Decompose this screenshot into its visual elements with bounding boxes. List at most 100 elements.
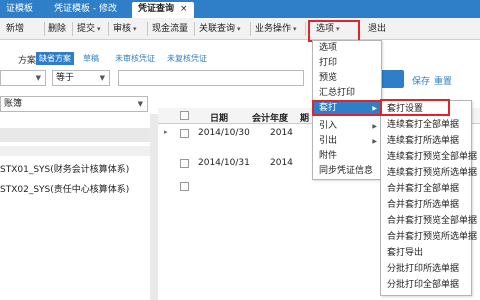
menu-item-label: 分批打印全部单据 [387,280,460,290]
chevron-right-icon: ▶ [372,123,377,130]
submenu-item[interactable]: 套打导出 [381,247,471,260]
audit-button[interactable]: 审核 ▾ [113,22,137,36]
row-checkbox[interactable] [180,129,189,138]
tab-voucher-template-edit[interactable]: 凭证模板 - 修改 [48,2,123,18]
menu-item-import[interactable]: 引入 ▶ [313,120,381,133]
tab-voucher-query[interactable]: 凭证查询 × [132,2,194,18]
template-print-submenu: 套打设置 连续套打全部单据 连续套打所选单据 连续套打预览全部单据 连续套打预览… [380,100,477,296]
chevron-down-icon: ▾ [237,25,241,33]
menu-item-attachment[interactable]: 附件 [313,150,381,163]
template-settings-highlight [380,99,450,116]
new-label: 新增 [6,24,25,34]
menu-item-label: 附件 [319,151,338,161]
menu-item-label: 选项 [319,43,338,53]
submenu-item[interactable]: 连续套打预览所选单据 [381,167,477,180]
menu-item-export[interactable]: 引出 ▶ [313,135,381,148]
submit-button[interactable]: 提交 ▾ [77,22,101,36]
related-query-label: 关联查询 [199,24,236,34]
toolbar-divider [44,22,45,36]
col-period[interactable]: 期 [300,111,309,124]
chevron-down-icon: ▾ [293,25,297,33]
submenu-item[interactable]: 合并套打预览全部单据 [381,215,477,228]
cell-date: 2014/10/30 [198,128,250,138]
select-all-checkbox[interactable] [180,111,189,120]
ledger-select[interactable]: 账簿 ▼ [0,96,148,112]
related-query-button[interactable]: 关联查询 ▾ [199,22,241,36]
toolbar-divider [72,22,73,36]
col-date[interactable]: 日期 [210,111,228,124]
tab-voucher-template[interactable]: 证模板 [0,2,39,18]
new-button[interactable]: 新增 [6,22,24,36]
menu-item-label: 汇总打印 [319,88,356,98]
operator-select[interactable]: 等于 ▼ [52,70,110,86]
business-ops-button[interactable]: 业务操作 ▾ [255,22,297,36]
cash-flow-button[interactable]: 现金流量 [152,22,188,36]
tab-label: 证模板 [6,4,34,14]
menu-item-print[interactable]: 打印 [313,57,381,70]
menu-item-options[interactable]: 选项 [313,42,381,55]
scheme-default[interactable]: 缺省方案 [36,52,74,65]
chevron-right-icon: ▶ [372,138,377,145]
menu-item-label: 套打导出 [387,248,424,258]
audit-label: 审核 [113,24,132,34]
menu-item-label: 引入 [319,121,338,131]
toolbar-divider [108,22,109,36]
exit-label: 退出 [368,24,387,34]
col-fiscal-year[interactable]: 会计年度 [252,111,288,124]
chevron-down-icon: ▾ [97,25,101,33]
close-icon[interactable]: × [180,4,188,14]
submenu-item[interactable]: 合并套打所选单据 [381,199,471,212]
operator-value: 等于 [56,73,75,83]
submenu-item[interactable]: 分批打印所选单据 [381,263,471,276]
row-checkbox[interactable] [180,159,189,168]
submenu-item[interactable]: 合并套打预览所选单据 [381,231,477,244]
menu-item-sync[interactable]: 同步凭证信息 [313,165,381,178]
scheme-draft[interactable]: 草稿 [80,52,102,65]
cell-year: 2014 [270,158,293,168]
tab-label: 凭证模板 - 修改 [54,4,117,14]
menu-item-preview[interactable]: 预览 [313,72,381,85]
submenu-item[interactable]: 分批打印全部单据 [381,279,471,292]
delete-label: 删除 [48,24,67,34]
ledger-tree-pane: STX01_SYS(财务会计核算体系) STX02_SYS(责任中心核算体系) [0,114,150,300]
scheme-unreviewed[interactable]: 未复核凭证 [164,52,210,65]
exit-button[interactable]: 退出 [368,22,386,36]
menu-item-label: 连续套打全部单据 [387,120,460,130]
menu-item-label: 连续套打所选单据 [387,136,460,146]
tree-subheader [0,146,150,156]
menu-item-summary-print[interactable]: 汇总打印 [313,87,381,100]
submenu-item[interactable]: 连续套打预览全部单据 [381,151,477,164]
menu-item-label: 分批打印所选单据 [387,264,460,274]
reset-link[interactable]: 重置 [434,74,452,87]
delete-button[interactable]: 删除 [48,22,66,36]
tab-label: 凭证查询 [138,4,175,14]
menu-item-label: 合并套打预览所选单据 [387,232,478,242]
chevron-down-icon: ▾ [133,25,137,33]
tab-bar: 证模板 凭证模板 - 修改 凭证查询 × [0,0,480,18]
menu-item-label: 打印 [319,58,338,68]
tree-item[interactable]: STX02_SYS(责任中心核算体系) [0,182,129,195]
submenu-item[interactable]: 合并套打全部单据 [381,183,471,196]
menu-item-label: 连续套打预览所选单据 [387,168,478,178]
filter-value-input[interactable] [118,70,304,86]
chevron-down-icon: ▼ [99,74,105,82]
menu-item-label: 预览 [319,73,338,83]
row-checkbox[interactable] [180,182,189,191]
filter-field-select[interactable]: ▼ [0,70,46,86]
menu-item-label: 合并套打全部单据 [387,184,460,194]
template-print-highlight [312,100,382,116]
scheme-unaudited[interactable]: 未审核凭证 [112,52,158,65]
menu-item-label: 合并套打预览全部单据 [387,216,478,226]
save-link[interactable]: 保存 [412,74,430,87]
chevron-down-icon: ▼ [35,74,41,82]
tree-item[interactable]: STX01_SYS(财务会计核算体系) [0,162,129,175]
search-button[interactable] [380,70,404,88]
business-ops-label: 业务操作 [255,24,292,34]
submenu-item[interactable]: 连续套打所选单据 [381,135,471,148]
cell-date: 2014/10/31 [198,158,250,168]
pane-splitter[interactable] [150,114,158,300]
menu-item-label: 引出 [319,136,338,146]
expand-icon[interactable]: ▸ [164,128,168,136]
options-highlight [308,20,360,42]
submenu-item[interactable]: 连续套打全部单据 [381,119,471,132]
